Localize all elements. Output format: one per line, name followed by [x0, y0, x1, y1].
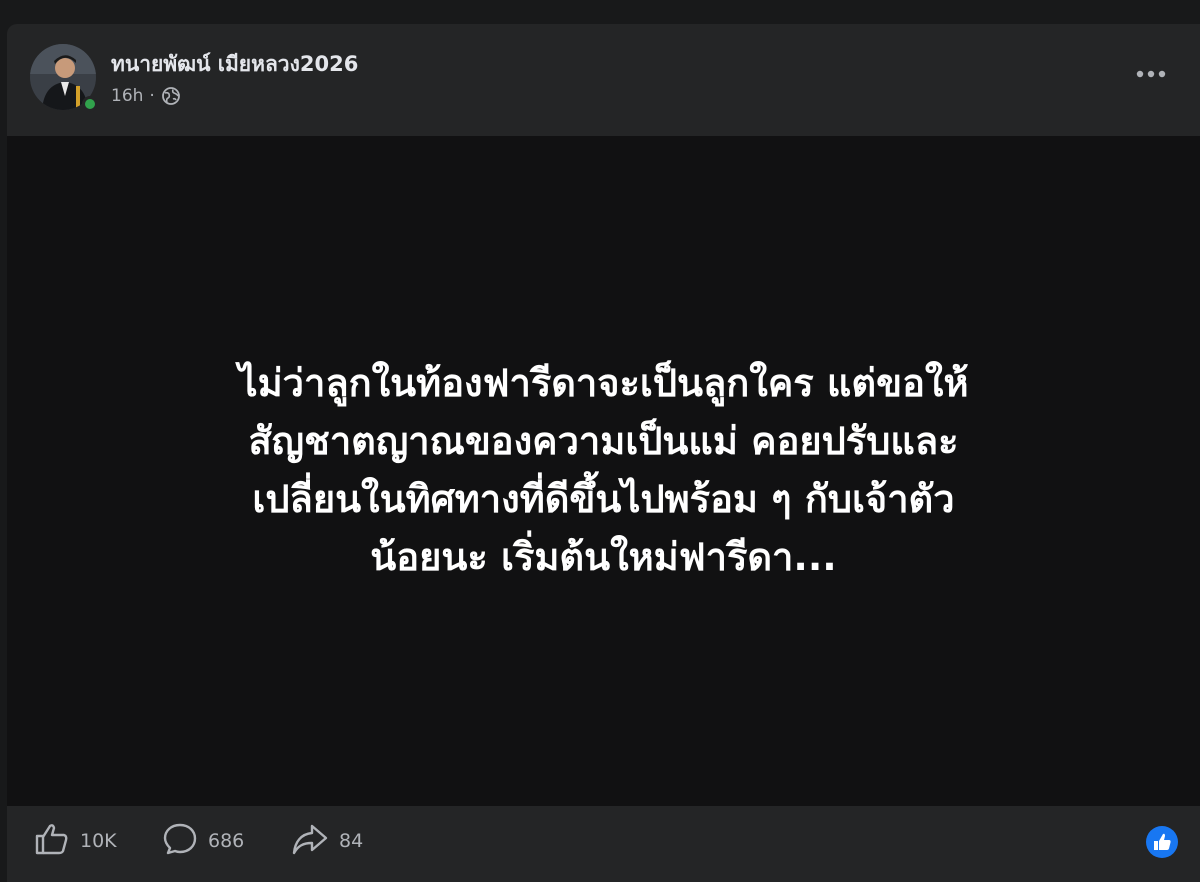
post-text: ไม่ว่าลูกในท้องฟารีดาจะเป็นลูกใคร แต่ขอใ…	[104, 354, 1104, 586]
author-avatar-link[interactable]	[30, 44, 98, 112]
globe-icon[interactable]	[161, 86, 181, 106]
post-text-line: เปลี่ยนในทิศทางที่ดีขึ้นไปพร้อม ๆ กับเจ้…	[252, 476, 955, 521]
more-options-icon[interactable]	[1132, 64, 1170, 84]
author-name[interactable]: ทนายพัฒน์ เมียหลวง2026	[111, 48, 358, 81]
like-reaction-badge[interactable]	[1146, 826, 1178, 858]
post-text-line: สัญชาตญาณของความเป็นแม่ คอยปรับและ	[248, 418, 959, 463]
post-header: ทนายพัฒน์ เมียหลวง2026 16h ·	[7, 24, 1200, 136]
post-time[interactable]: 16h	[111, 86, 143, 106]
meta-separator: ·	[149, 86, 155, 106]
like-count: 10K	[80, 830, 117, 852]
share-arrow-icon	[291, 822, 329, 861]
online-status-dot	[82, 96, 98, 112]
share-count: 84	[339, 830, 364, 852]
comment-count: 686	[208, 830, 245, 852]
post-actions: 10K 686 84	[7, 806, 1200, 882]
thumbs-up-icon	[34, 822, 70, 861]
comment-button[interactable]: 686	[162, 822, 245, 861]
post-card: ทนายพัฒน์ เมียหลวง2026 16h · ไม่ว่าลูกใน…	[7, 24, 1200, 882]
like-button[interactable]: 10K	[34, 822, 117, 861]
post-text-line: ไม่ว่าลูกในท้องฟารีดาจะเป็นลูกใคร แต่ขอใ…	[238, 360, 969, 405]
post-meta: 16h ·	[111, 84, 181, 108]
comment-bubble-icon	[162, 822, 198, 861]
post-image[interactable]: ไม่ว่าลูกในท้องฟารีดาจะเป็นลูกใคร แต่ขอใ…	[7, 136, 1200, 806]
post-text-line: น้อยนะ เริ่มต้นใหม่ฟารีดา...	[370, 534, 837, 579]
share-button[interactable]: 84	[291, 824, 363, 858]
